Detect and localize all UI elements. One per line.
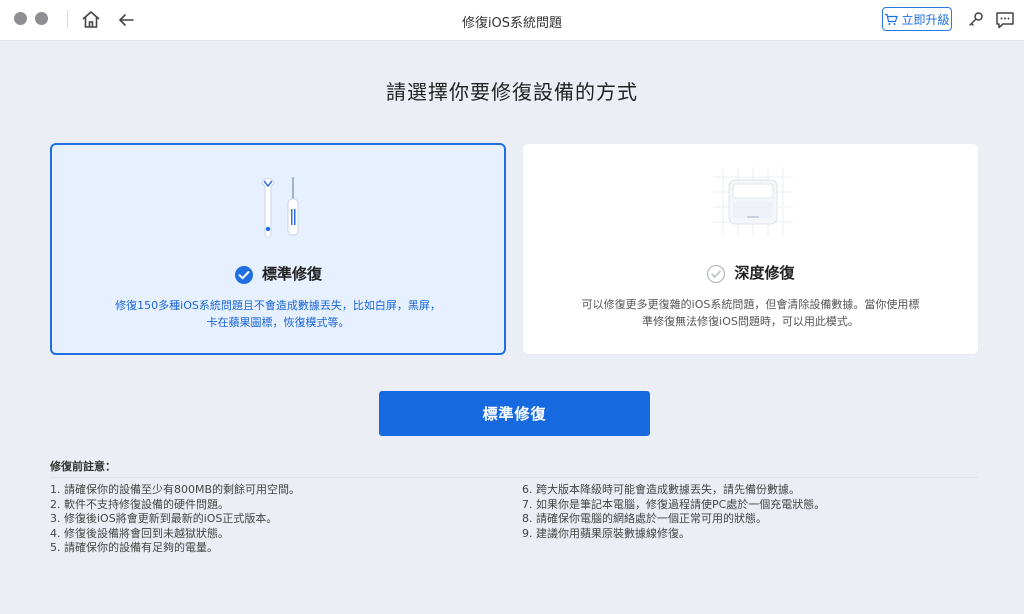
standard-repair-card[interactable]: 標準修復 修復150多種iOS系統問題且不會造成數據丟失，比如白屏，黑屏，卡在蘋… (50, 143, 506, 355)
notes-divider (50, 477, 978, 478)
title-bar: 修復iOS系統問題 立即升級 (0, 0, 1024, 41)
note-item: 3. 修復後iOS將會更新到最新的iOS正式版本。 (50, 512, 278, 525)
device-icon (713, 167, 793, 237)
upgrade-button[interactable]: 立即升級 (882, 7, 952, 31)
page-heading: 請選擇你要修復設備的方式 (386, 80, 638, 104)
feedback-icon[interactable] (994, 9, 1016, 31)
check-circle-outline-icon (707, 264, 726, 283)
deep-repair-description: 可以修復更多更復雜的iOS系統問題，但會清除設備數據。當你使用標準修復無法修復i… (581, 298, 920, 328)
app-window: 修復iOS系統問題 立即升級 請選擇你要修復設備的方式 標準修復 修復150多種… (0, 0, 1024, 614)
standard-repair-title: 標準修復 (52, 263, 504, 285)
note-item: 2. 軟件不支持修復設備的硬件問題。 (50, 497, 229, 511)
deep-repair-label: 深度修復 (734, 264, 795, 282)
notes-list-left: 1. 請確保你的設備至少有800MB的剩餘可用空間。 2. 軟件不支持修復設備的… (50, 483, 300, 556)
notes-title: 修復前註意： (50, 460, 116, 473)
note-item: 6. 跨大版本降級時可能會造成數據丟失，請先備份數據。 (522, 483, 800, 496)
note-item: 5. 請確保你的設備有足夠的電量。 (50, 541, 218, 554)
note-item: 4. 修復後設備將會回到未越獄狀態。 (50, 526, 229, 540)
deep-repair-card[interactable]: 深度修復 可以修復更多更復雜的iOS系統問題，但會清除設備數據。當你使用標準修復… (522, 143, 979, 355)
window-title: 修復iOS系統問題 (461, 16, 563, 31)
standard-repair-label: 標準修復 (261, 265, 322, 283)
cart-icon (885, 13, 899, 25)
note-item: 9. 建議你用蘋果原裝數據線修復。 (522, 526, 690, 540)
check-circle-icon (234, 265, 253, 284)
repair-tools-icon (261, 177, 299, 238)
deep-repair-title: 深度修復 (523, 262, 978, 284)
standard-repair-description: 修復150多種iOS系統問題且不會造成數據丟失，比如白屏，黑屏，卡在蘋果圖標，恢… (115, 299, 441, 329)
upgrade-label: 立即升級 (901, 12, 950, 27)
key-icon[interactable] (966, 9, 986, 29)
notes-list-right: 6. 跨大版本降級時可能會造成數據丟失，請先備份數據。 7. 如果你是筆記本電腦… (522, 483, 825, 541)
note-item: 7. 如果你是筆記本電腦，修復過程請使PC處於一個充電狀態。 (522, 497, 826, 511)
note-item: 1. 請確保你的設備至少有800MB的剩餘可用空間。 (50, 483, 301, 496)
standard-repair-button[interactable]: 標準修復 (379, 391, 650, 436)
note-item: 8. 請確保你電腦的網絡處於一個正常可用的狀態。 (522, 512, 767, 525)
